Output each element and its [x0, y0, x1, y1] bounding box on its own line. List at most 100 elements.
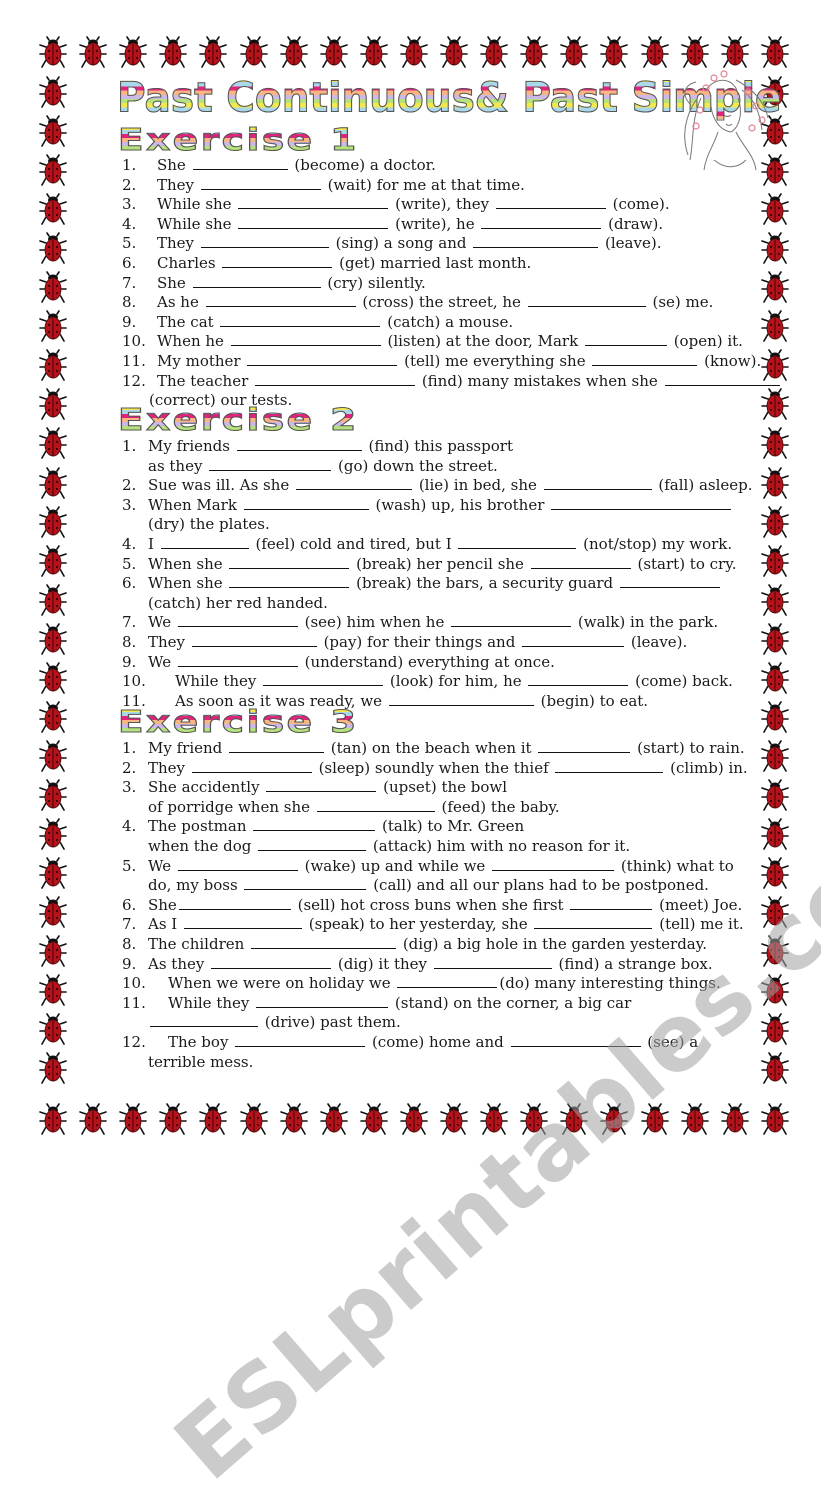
sentence-text: (sing) a song and — [330, 234, 472, 253]
answer-blank[interactable] — [178, 896, 291, 910]
sentence-text: (start) to cry. — [632, 554, 737, 573]
answer-blank[interactable] — [222, 254, 333, 268]
answer-blank[interactable] — [209, 457, 332, 471]
ladybug-icon — [760, 818, 790, 850]
answer-blank[interactable] — [528, 672, 629, 687]
answer-blank[interactable] — [664, 372, 780, 386]
answer-blank[interactable] — [619, 574, 720, 589]
sentence-text: While they — [175, 672, 262, 691]
item-number: 4. — [122, 817, 137, 836]
answer-blank[interactable] — [150, 1013, 258, 1028]
exercise-sentence: I (feel) cold and tired, but I (not/stop… — [148, 535, 732, 553]
exercise-sentence: (dry) the plates. — [148, 515, 270, 533]
ladybug-icon — [38, 505, 68, 538]
answer-blank[interactable] — [229, 739, 325, 753]
answer-blank[interactable] — [522, 633, 625, 647]
answer-blank[interactable] — [458, 535, 577, 549]
answer-blank[interactable] — [530, 555, 631, 569]
ladybug-icon — [38, 1013, 68, 1045]
answer-blank[interactable] — [296, 476, 413, 491]
answer-blank[interactable] — [492, 857, 615, 871]
exercise-sentence: of porridge when she (feed) the baby. — [148, 798, 560, 816]
answer-blank[interactable] — [534, 915, 653, 930]
answer-blank[interactable] — [316, 798, 435, 812]
answer-blank[interactable] — [592, 352, 698, 366]
ladybug-icon — [359, 1103, 389, 1135]
answer-blank[interactable] — [236, 437, 362, 451]
answer-blank[interactable] — [229, 555, 350, 569]
answer-blank[interactable] — [570, 896, 653, 910]
sentence-text: As he — [157, 293, 204, 312]
sentence-text: (talk) to Mr. Green — [377, 817, 525, 836]
answer-blank[interactable] — [247, 352, 398, 366]
answer-blank[interactable] — [229, 574, 350, 589]
answer-blank[interactable] — [397, 974, 498, 989]
answer-blank[interactable] — [244, 876, 367, 891]
sentence-text: She — [148, 895, 177, 914]
sentence-text: (tan) on the beach when it — [326, 739, 537, 757]
answer-blank[interactable] — [495, 195, 606, 210]
answer-blank[interactable] — [253, 817, 376, 832]
answer-blank[interactable] — [200, 234, 329, 249]
ladybug-icon — [118, 36, 148, 68]
answer-blank[interactable] — [255, 372, 416, 386]
answer-blank[interactable] — [538, 739, 631, 753]
answer-blank[interactable] — [555, 759, 664, 773]
ladybug-icon — [760, 1052, 790, 1085]
answer-blank[interactable] — [243, 496, 369, 510]
answer-blank[interactable] — [527, 293, 646, 308]
sentence-text: (know). — [699, 352, 762, 370]
exercise-sentence: The cat (catch) a mouse. — [157, 313, 513, 331]
ladybug-icon — [760, 544, 790, 577]
answer-blank[interactable] — [235, 1033, 366, 1047]
answer-blank[interactable] — [191, 759, 312, 773]
answer-blank[interactable] — [200, 176, 321, 190]
answer-blank[interactable] — [543, 476, 652, 491]
ladybug-icon — [640, 36, 670, 68]
answer-blank[interactable] — [266, 778, 377, 793]
sentence-text: She accidently — [148, 778, 265, 797]
answer-blank[interactable] — [177, 613, 298, 628]
answer-blank[interactable] — [192, 156, 288, 170]
sentence-text: (become) a doctor. — [289, 156, 436, 174]
answer-blank[interactable] — [184, 915, 302, 930]
answer-blank[interactable] — [220, 313, 381, 327]
answer-blank[interactable] — [238, 195, 389, 210]
ladybug-icon — [38, 544, 68, 577]
sentence-text: When he — [157, 332, 229, 351]
ladybug-icon — [760, 232, 790, 264]
answer-blank[interactable] — [191, 633, 317, 647]
item-number: 10. — [122, 672, 146, 691]
answer-blank[interactable] — [451, 613, 572, 628]
sentence-text: (see) a — [642, 1033, 699, 1051]
item-number: 9. — [122, 312, 137, 331]
answer-blank[interactable] — [177, 857, 298, 871]
ladybug-icon — [38, 1052, 68, 1085]
answer-blank[interactable] — [205, 293, 356, 308]
answer-blank[interactable] — [177, 653, 298, 667]
sentence-text: when the dog — [148, 837, 257, 855]
sentence-text: When we were on holiday we — [168, 974, 396, 993]
answer-blank[interactable] — [230, 332, 381, 347]
answer-blank[interactable] — [211, 955, 332, 969]
answer-blank[interactable] — [481, 215, 602, 229]
exercise-sentence: While she (write), they (come). — [157, 195, 670, 213]
sentence-text: (think) what to — [616, 856, 734, 875]
answer-blank[interactable] — [510, 1033, 641, 1047]
answer-blank[interactable] — [238, 215, 389, 229]
answer-blank[interactable] — [258, 837, 367, 851]
answer-blank[interactable] — [192, 274, 321, 288]
answer-blank[interactable] — [160, 535, 249, 549]
answer-blank[interactable] — [584, 332, 667, 347]
sentence-text: (attack) him with no reason for it. — [368, 837, 631, 855]
sentence-text: (understand) everything at once. — [299, 652, 555, 671]
answer-blank[interactable] — [263, 672, 384, 687]
answer-blank[interactable] — [473, 234, 599, 249]
answer-blank[interactable] — [433, 955, 552, 969]
sentence-text: (do) many interesting things. — [499, 974, 721, 993]
answer-blank[interactable] — [256, 994, 389, 1008]
sentence-text: As they — [148, 954, 210, 973]
answer-blank[interactable] — [251, 935, 397, 949]
answer-blank[interactable] — [388, 692, 534, 706]
answer-blank[interactable] — [551, 496, 732, 510]
